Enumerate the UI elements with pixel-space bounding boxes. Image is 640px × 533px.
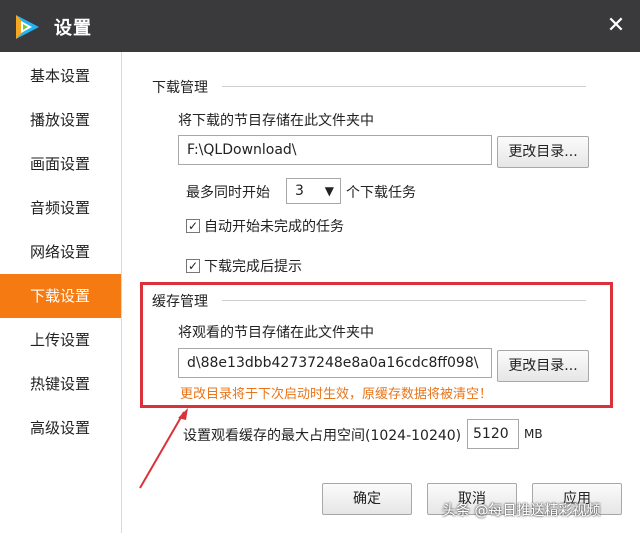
sidebar-item-network[interactable]: 网络设置 [0,230,121,274]
sidebar-item-label: 上传设置 [30,331,91,349]
watermark-text: 头条 @每日推送精彩视频 [442,503,601,519]
sidebar-item-label: 画面设置 [30,155,91,173]
sidebar-item-label: 基本设置 [30,67,91,85]
sidebar-item-label: 音频设置 [30,199,91,217]
download-section-title: 下载管理 [152,80,208,96]
max-tasks-suffix-label: 个下载任务 [346,185,416,201]
download-folder-label: 将下载的节目存储在此文件夹中 [178,113,374,129]
max-tasks-select[interactable]: 3 ▼ [286,178,341,204]
sidebar-item-advanced[interactable]: 高级设置 [0,406,121,450]
sidebar-item-basic[interactable]: 基本设置 [0,54,121,98]
sidebar-item-playback[interactable]: 播放设置 [0,98,121,142]
sidebar-item-download[interactable]: 下载设置 [0,274,121,318]
notify-checkbox[interactable]: ✓ [186,259,200,273]
auto-start-label: 自动开始未完成的任务 [204,219,344,235]
max-tasks-prefix-label: 最多同时开始 [186,185,270,201]
tencent-video-logo-icon [16,15,39,39]
auto-start-checkbox[interactable]: ✓ [186,219,200,233]
title-bar: 设置 ✕ [0,0,640,52]
notify-label: 下载完成后提示 [204,259,302,275]
sidebar-item-label: 高级设置 [30,419,91,437]
max-space-input[interactable]: 5120 [467,419,519,449]
ok-button[interactable]: 确定 [322,483,412,515]
sidebar-item-label: 热键设置 [30,375,91,393]
download-change-dir-button[interactable]: 更改目录... [497,136,589,168]
chevron-down-icon: ▼ [324,184,334,198]
sidebar-item-label: 下载设置 [30,287,91,305]
arrow-annotation-icon [139,408,188,489]
sidebar-item-label: 网络设置 [30,243,91,261]
download-folder-input[interactable]: F:\QLDownload\ [178,135,492,165]
max-tasks-value: 3 [295,183,304,199]
max-space-unit: MB [524,427,543,441]
sidebar-item-upload[interactable]: 上传设置 [0,318,121,362]
sidebar-item-audio[interactable]: 音频设置 [0,186,121,230]
sidebar-item-hotkeys[interactable]: 热键设置 [0,362,121,406]
section-divider [222,86,586,87]
close-icon[interactable]: ✕ [606,15,626,37]
highlight-box [140,282,613,408]
sidebar-item-display[interactable]: 画面设置 [0,142,121,186]
max-space-label: 设置观看缓存的最大占用空间(1024-10240) [183,428,462,444]
window-title: 设置 [54,18,92,39]
sidebar: 基本设置 播放设置 画面设置 音频设置 网络设置 下载设置 上传设置 热键设置 … [0,52,122,533]
sidebar-item-label: 播放设置 [30,111,91,129]
